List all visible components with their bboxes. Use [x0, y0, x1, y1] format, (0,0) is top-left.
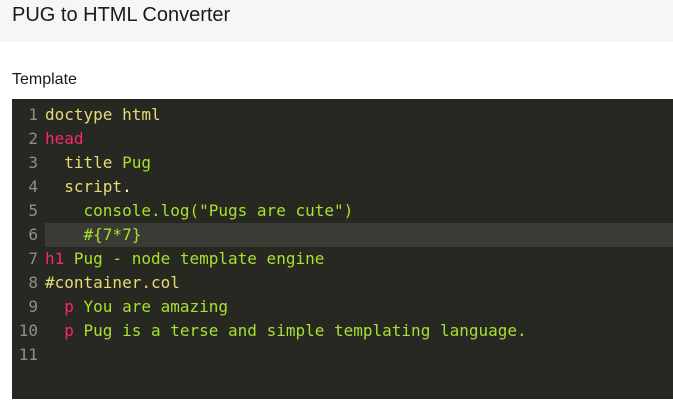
code-line[interactable]: #container.col [45, 271, 673, 295]
code-line[interactable]: doctype html [45, 103, 673, 127]
line-number: 7 [28, 249, 38, 268]
app-header: PUG to HTML Converter [0, 0, 673, 42]
line-number: 10 [18, 321, 38, 340]
code-token: console.log("Pugs are cute") [83, 201, 354, 220]
line-number: 4 [28, 177, 38, 196]
line-number: 2 [28, 129, 38, 148]
code-line[interactable]: script. [45, 175, 673, 199]
code-line[interactable]: console.log("Pugs are cute") [45, 199, 673, 223]
template-label: Template [12, 71, 77, 88]
code-token: script [64, 177, 123, 196]
app-title: PUG to HTML Converter [12, 4, 231, 26]
line-number: 9 [28, 297, 38, 316]
line-number: 11 [18, 345, 38, 364]
code-token: #{7*7} [83, 225, 142, 244]
line-number: 8 [28, 273, 38, 292]
code-line[interactable]: title Pug [45, 151, 673, 175]
code-line[interactable] [45, 343, 673, 367]
line-number: 6 [28, 225, 38, 244]
code-area[interactable]: doctype html head title Pug script. conso… [45, 103, 673, 367]
code-token: Pug is a terse and simple templating lan… [73, 321, 527, 340]
code-line[interactable]: p Pug is a terse and simple templating l… [45, 319, 673, 343]
code-token: head [45, 129, 84, 148]
template-code-editor[interactable]: 1 2 3 4 5 6 7 8 9 10 11 doctype html head title Pug… [12, 99, 673, 399]
code-token: doctype [45, 105, 113, 124]
code-token: p [64, 297, 74, 316]
line-number: 1 [28, 105, 38, 124]
code-token: h1 [45, 249, 65, 268]
code-token: p [64, 321, 74, 340]
line-number-gutter: 1 2 3 4 5 6 7 8 9 10 11 [12, 103, 40, 367]
code-line[interactable]: #{7*7} [45, 223, 673, 247]
line-number: 3 [28, 153, 38, 172]
code-token: You are amazing [73, 297, 229, 316]
code-token: #container.col [45, 273, 180, 292]
code-token: Pug - node template engine [64, 249, 325, 268]
code-line[interactable]: head [45, 127, 673, 151]
code-line[interactable]: p You are amazing [45, 295, 673, 319]
code-line[interactable]: h1 Pug - node template engine [45, 247, 673, 271]
line-number: 5 [28, 201, 38, 220]
code-token: . [122, 177, 132, 196]
code-token: html [122, 105, 161, 124]
code-token: Pug [112, 153, 151, 172]
code-token: title [64, 153, 113, 172]
